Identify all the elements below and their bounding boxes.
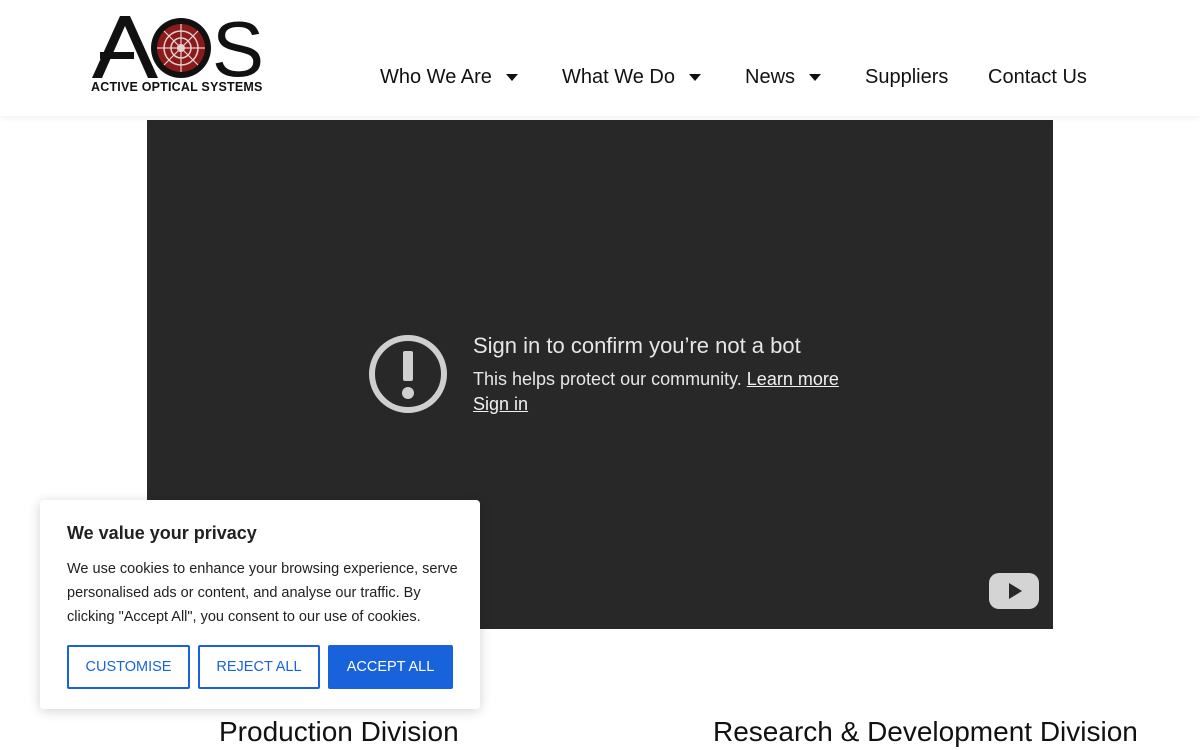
aos-logo[interactable]: S ACTIVE OPTICAL SYSTEMS [90,12,270,96]
logo-caption: ACTIVE OPTICAL SYSTEMS [91,80,263,94]
cookie-title: We value your privacy [67,523,257,543]
rnd-division-heading: Research & Development Division [713,716,1138,747]
sign-in-link[interactable]: Sign in [473,394,528,415]
nav-label: Suppliers [865,65,949,88]
learn-more-link[interactable]: Learn more [747,369,839,389]
main-nav: Who We Are What We Do News Suppliers Con… [380,62,1087,92]
nav-contact-us[interactable]: Contact Us [988,66,1087,89]
nav-label: What We Do [562,65,675,88]
nav-label: Who We Are [380,65,492,88]
nav-suppliers[interactable]: Suppliers [865,66,988,89]
reject-all-button[interactable]: REJECT ALL [198,645,320,689]
bot-check-message: Sign in to confirm you’re not a bot This… [367,333,867,423]
chevron-down-icon [689,73,701,81]
nav-what-we-do[interactable]: What We Do [562,66,745,89]
customise-button[interactable]: CUSTOMISE [67,645,190,689]
youtube-icon[interactable] [988,572,1040,610]
site-header: S ACTIVE OPTICAL SYSTEMS Who We Are What… [0,0,1200,116]
aos-logo-mark: S [92,12,264,82]
bot-check-body: This helps protect our community. Learn … [473,369,839,390]
svg-text:S: S [212,12,264,82]
chevron-down-icon [505,73,518,81]
chevron-down-icon [809,73,822,81]
cookie-consent-banner: We value your privacy We use cookies to … [40,500,480,709]
nav-news[interactable]: News [745,66,865,89]
cookie-description: We use cookies to enhance your browsing … [67,561,458,625]
nav-who-we-are[interactable]: Who We Are [380,66,562,89]
nav-label: Contact Us [988,65,1087,88]
nav-label: News [745,65,796,88]
alert-icon [369,335,447,413]
bot-check-text: This helps protect our community. [473,369,742,389]
bot-check-title: Sign in to confirm you’re not a bot [473,333,801,358]
accept-all-button[interactable]: ACCEPT ALL [328,645,453,689]
production-division-heading: Production Division [219,716,459,747]
